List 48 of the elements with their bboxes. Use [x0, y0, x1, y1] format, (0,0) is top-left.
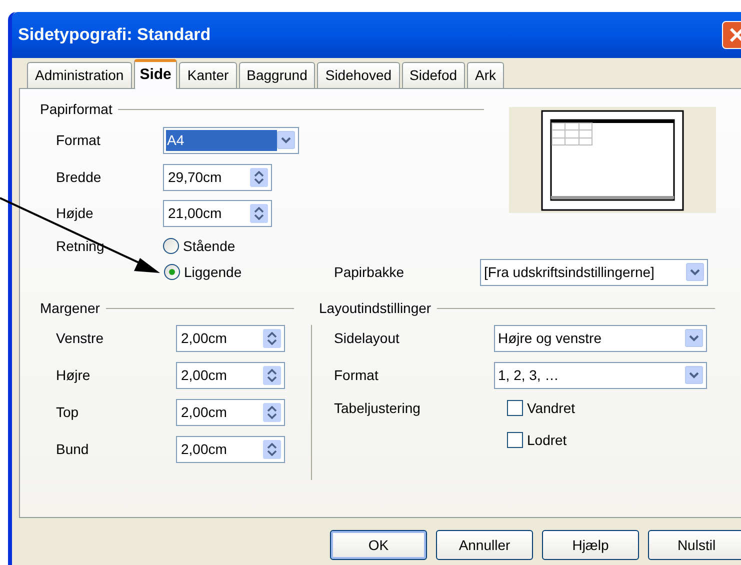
- checkbox[interactable]: Vandret: [507, 398, 575, 418]
- dialog-button[interactable]: OK: [330, 530, 427, 560]
- spin-field[interactable]: 2,00cm: [176, 324, 285, 352]
- field-label: Papirbakke: [334, 264, 404, 280]
- spin-arrows-icon: [263, 366, 281, 384]
- spin-arrows-icon: [263, 328, 281, 348]
- dropdown-field[interactable]: 1, 2, 3, …: [494, 362, 707, 388]
- spin-field[interactable]: 2,00cm: [176, 436, 285, 462]
- tab[interactable]: Side: [134, 59, 178, 89]
- field-label: Venstre: [56, 330, 104, 346]
- tab[interactable]: Baggrund: [238, 62, 316, 88]
- group-heading: Papirformat: [40, 100, 112, 119]
- tab[interactable]: Sidehoved: [317, 62, 400, 88]
- dropdown-field[interactable]: [Fra udskriftsindstillingerne]: [480, 258, 708, 286]
- field-label: Top: [56, 404, 79, 420]
- dialog-button[interactable]: Hjælp: [542, 530, 639, 560]
- spin-arrows-icon: [263, 440, 281, 458]
- field-label: Retning: [56, 238, 104, 254]
- field-label: Bredde: [56, 168, 102, 184]
- checkbox[interactable]: Lodret: [507, 430, 567, 450]
- field-label: Format: [334, 366, 378, 382]
- spin-field[interactable]: 29,70cm: [163, 164, 272, 190]
- radio-button[interactable]: Stående: [163, 236, 236, 256]
- dropdown-field[interactable]: A4: [163, 126, 299, 154]
- field-label: Højre: [56, 366, 90, 382]
- spin-field[interactable]: 2,00cm: [176, 398, 285, 426]
- dialog-button[interactable]: Annuller: [436, 530, 533, 560]
- field-label: Sidelayout: [334, 330, 400, 346]
- tab[interactable]: Sidefod: [402, 62, 466, 88]
- spin-arrows-icon: [250, 204, 268, 222]
- field-label: Tabeljustering: [334, 400, 420, 416]
- group-heading: Layoutindstillinger: [319, 298, 432, 318]
- dialog-button[interactable]: Nulstil: [648, 530, 741, 560]
- spin-field[interactable]: 21,00cm: [163, 200, 272, 226]
- tab[interactable]: Kanter: [179, 62, 237, 88]
- group-heading: Margener: [40, 298, 100, 318]
- spin-arrows-icon: [263, 402, 281, 422]
- window-title: Sidetypografi: Standard: [18, 24, 211, 46]
- tab[interactable]: Ark: [467, 62, 504, 88]
- tab[interactable]: Administration: [27, 62, 132, 88]
- field-label: Højde: [56, 204, 94, 220]
- field-label: Format: [56, 132, 100, 148]
- field-label: Bund: [56, 440, 89, 456]
- dropdown-field[interactable]: Højre og venstre: [494, 324, 707, 352]
- spin-field[interactable]: 2,00cm: [176, 362, 285, 388]
- radio-button[interactable]: Liggende: [164, 262, 334, 282]
- spin-arrows-icon: [250, 168, 268, 186]
- close-icon: [729, 27, 741, 43]
